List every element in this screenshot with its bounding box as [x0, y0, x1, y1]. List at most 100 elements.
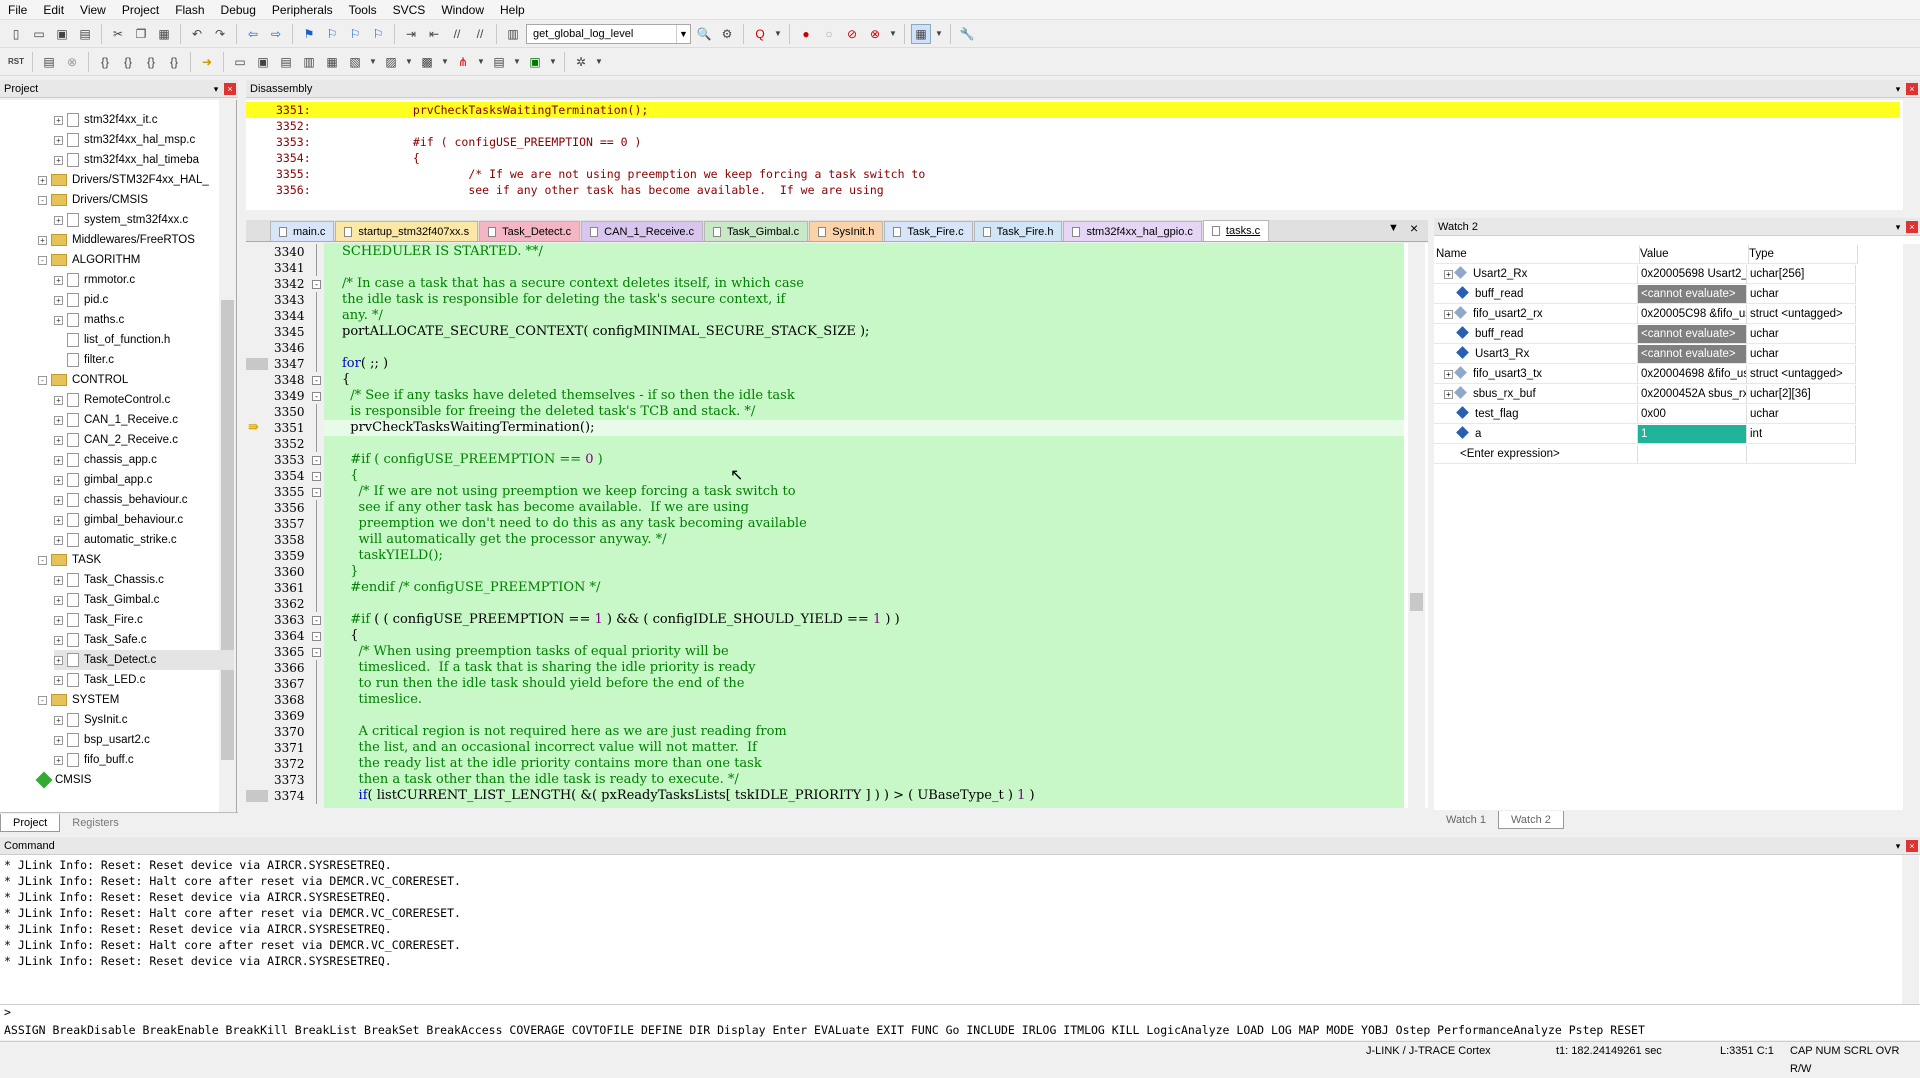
run-icon[interactable]: ▤ [39, 52, 59, 72]
expand-icon[interactable]: + [54, 315, 63, 325]
paste-icon[interactable]: ▦ [154, 24, 174, 44]
chevron-down-icon[interactable]: ▼ [888, 24, 898, 44]
tab-tasks-c[interactable]: tasks.c [1202, 220, 1270, 241]
breakpoint-disable-icon[interactable]: ○ [819, 24, 839, 44]
tab-main-c[interactable]: main.c [270, 221, 335, 241]
menu-help[interactable]: Help [492, 0, 533, 20]
close-icon[interactable]: × [1906, 839, 1918, 852]
registers-window-icon[interactable]: ▥ [299, 52, 319, 72]
tab-task-gimbal-c[interactable]: Task_Gimbal.c [704, 221, 809, 241]
trace-window-icon[interactable]: ▤ [489, 52, 509, 72]
memory-window-icon[interactable]: ▨ [381, 52, 401, 72]
breakpoint-disable-all-icon[interactable]: ⊘ [842, 24, 862, 44]
expand-icon[interactable]: + [38, 175, 47, 185]
watch-column-header[interactable]: Type [1749, 244, 1858, 264]
chevron-down-icon[interactable]: ▼ [934, 24, 944, 44]
tree-item[interactable]: + Middlewares/FreeRTOS [38, 230, 195, 250]
tree-item[interactable]: + stm32f4xx_hal_timeba [54, 150, 199, 170]
tab-registers[interactable]: Registers [60, 814, 130, 832]
system-viewer-icon[interactable]: ▣ [525, 52, 545, 72]
tab-stm32f4xx-hal-gpio-c[interactable]: stm32f4xx_hal_gpio.c [1063, 221, 1202, 241]
watch-row[interactable]: + sbus_rx_buf 0x2000452A sbus_rx_bufuchar[… [1434, 384, 1904, 404]
step-over-icon[interactable]: {} [118, 52, 138, 72]
expand-icon[interactable]: + [1444, 389, 1453, 399]
cut-icon[interactable]: ✂ [108, 24, 128, 44]
watch-value[interactable]: 0x00 [1638, 404, 1747, 424]
tree-item[interactable]: - Drivers/CMSIS [38, 190, 148, 210]
chevron-down-icon[interactable]: ▼ [404, 52, 414, 72]
tab-startup-stm32f407xx-s[interactable]: startup_stm32f407xx.s [335, 221, 479, 241]
pin-icon[interactable]: ▾ [210, 83, 222, 95]
watch-row[interactable]: + fifo_usart2_rx 0x20005C98 &fifo_usa...st… [1434, 304, 1904, 324]
new-file-icon[interactable]: ▯ [6, 24, 26, 44]
watch-value[interactable]: <cannot evaluate> [1638, 324, 1747, 344]
command-window-icon[interactable]: ▭ [230, 52, 250, 72]
expand-icon[interactable]: + [1444, 369, 1453, 379]
menu-project[interactable]: Project [114, 0, 167, 20]
bookmark-prev-icon[interactable]: ⚐ [322, 24, 342, 44]
run-to-cursor-icon[interactable]: {} [164, 52, 184, 72]
watch-enter-expression[interactable]: <Enter expression> [1434, 444, 1904, 464]
menu-file[interactable]: File [0, 0, 35, 20]
expand-icon[interactable]: + [54, 455, 63, 465]
chevron-down-icon[interactable]: ▼ [594, 52, 604, 72]
expand-icon[interactable]: + [54, 655, 63, 665]
expand-icon[interactable]: + [54, 735, 63, 745]
expand-icon[interactable]: - [38, 555, 47, 565]
tree-item[interactable]: + pid.c [54, 290, 108, 310]
fold-icon[interactable]: - [312, 456, 321, 465]
expand-icon[interactable]: + [54, 155, 63, 165]
serial-window-icon[interactable]: ▩ [417, 52, 437, 72]
tab-can-1-receive-c[interactable]: CAN_1_Receive.c [581, 221, 704, 241]
expand-icon[interactable]: + [38, 235, 47, 245]
expand-icon[interactable]: + [54, 635, 63, 645]
menu-flash[interactable]: Flash [167, 0, 212, 20]
watch-row[interactable]: buff_read <cannot evaluate> uchar [1434, 324, 1904, 344]
expand-icon[interactable]: + [1444, 269, 1453, 279]
pin-icon[interactable]: ▾ [1892, 840, 1904, 852]
tab-task-fire-c[interactable]: Task_Fire.c [884, 221, 973, 241]
watch-row[interactable]: + Usart2_Rx 0x20005698 Usart2_Rx[...uchar[… [1434, 264, 1904, 284]
call-stack-icon[interactable]: ▦ [322, 52, 342, 72]
open-file-icon[interactable]: ▭ [29, 24, 49, 44]
tree-item[interactable]: + RemoteControl.c [54, 390, 170, 410]
debug-session-icon[interactable]: Q [750, 24, 770, 44]
expand-icon[interactable]: + [54, 615, 63, 625]
wrench-icon[interactable]: 🔧 [957, 24, 977, 44]
tree-item[interactable]: + chassis_app.c [54, 450, 157, 470]
watch-value[interactable]: 0x2000452A sbus_rx_buf [1638, 384, 1747, 404]
symbols-window-icon[interactable]: ▤ [276, 52, 296, 72]
editor-scrollbar[interactable] [1408, 243, 1425, 808]
expand-icon[interactable]: + [54, 495, 63, 505]
expand-icon[interactable]: + [54, 115, 63, 125]
reset-icon[interactable]: RST [6, 52, 26, 72]
disassembly-scrollbar[interactable] [1903, 100, 1920, 210]
watch-window-icon[interactable]: ▧ [345, 52, 365, 72]
tree-item[interactable]: + Task_Detect.c [54, 650, 234, 670]
expand-icon[interactable]: + [54, 135, 63, 145]
command-input[interactable]: > [0, 1004, 1920, 1020]
menu-svcs[interactable]: SVCS [385, 0, 434, 20]
menu-window[interactable]: Window [433, 0, 492, 20]
tab-sysinit-h[interactable]: SysInit.h [809, 221, 884, 241]
tree-item[interactable]: - ALGORITHM [38, 250, 140, 270]
watch-value[interactable]: 0x20005C98 &fifo_usa... [1638, 304, 1747, 324]
tree-item[interactable]: - CONTROL [38, 370, 128, 390]
code-editor[interactable]: ↖ 3340 SCHEDULER IS STARTED. **/3341 3342-… [246, 243, 1428, 808]
nav-forward-icon[interactable]: ⇨ [266, 24, 286, 44]
menu-edit[interactable]: Edit [35, 0, 72, 20]
breakpoint-kill-all-icon[interactable]: ⊗ [865, 24, 885, 44]
pin-icon[interactable]: ▾ [1892, 221, 1904, 233]
watch-value[interactable]: <cannot evaluate> [1638, 344, 1747, 364]
tree-item[interactable]: + Task_Safe.c [54, 630, 147, 650]
menu-debug[interactable]: Debug [213, 0, 264, 20]
tree-item[interactable]: + CAN_1_Receive.c [54, 410, 178, 430]
tree-item[interactable]: + CAN_2_Receive.c [54, 430, 178, 450]
tree-item[interactable]: + rmmotor.c [54, 270, 135, 290]
watch-scrollbar[interactable] [1903, 244, 1920, 810]
tree-item[interactable]: filter.c [54, 350, 114, 370]
expand-icon[interactable]: - [38, 695, 47, 705]
chevron-down-icon[interactable]: ▼ [512, 52, 522, 72]
watch-column-header[interactable]: Value [1640, 244, 1749, 264]
function-combo[interactable]: get_global_log_level ▼ [526, 23, 691, 44]
